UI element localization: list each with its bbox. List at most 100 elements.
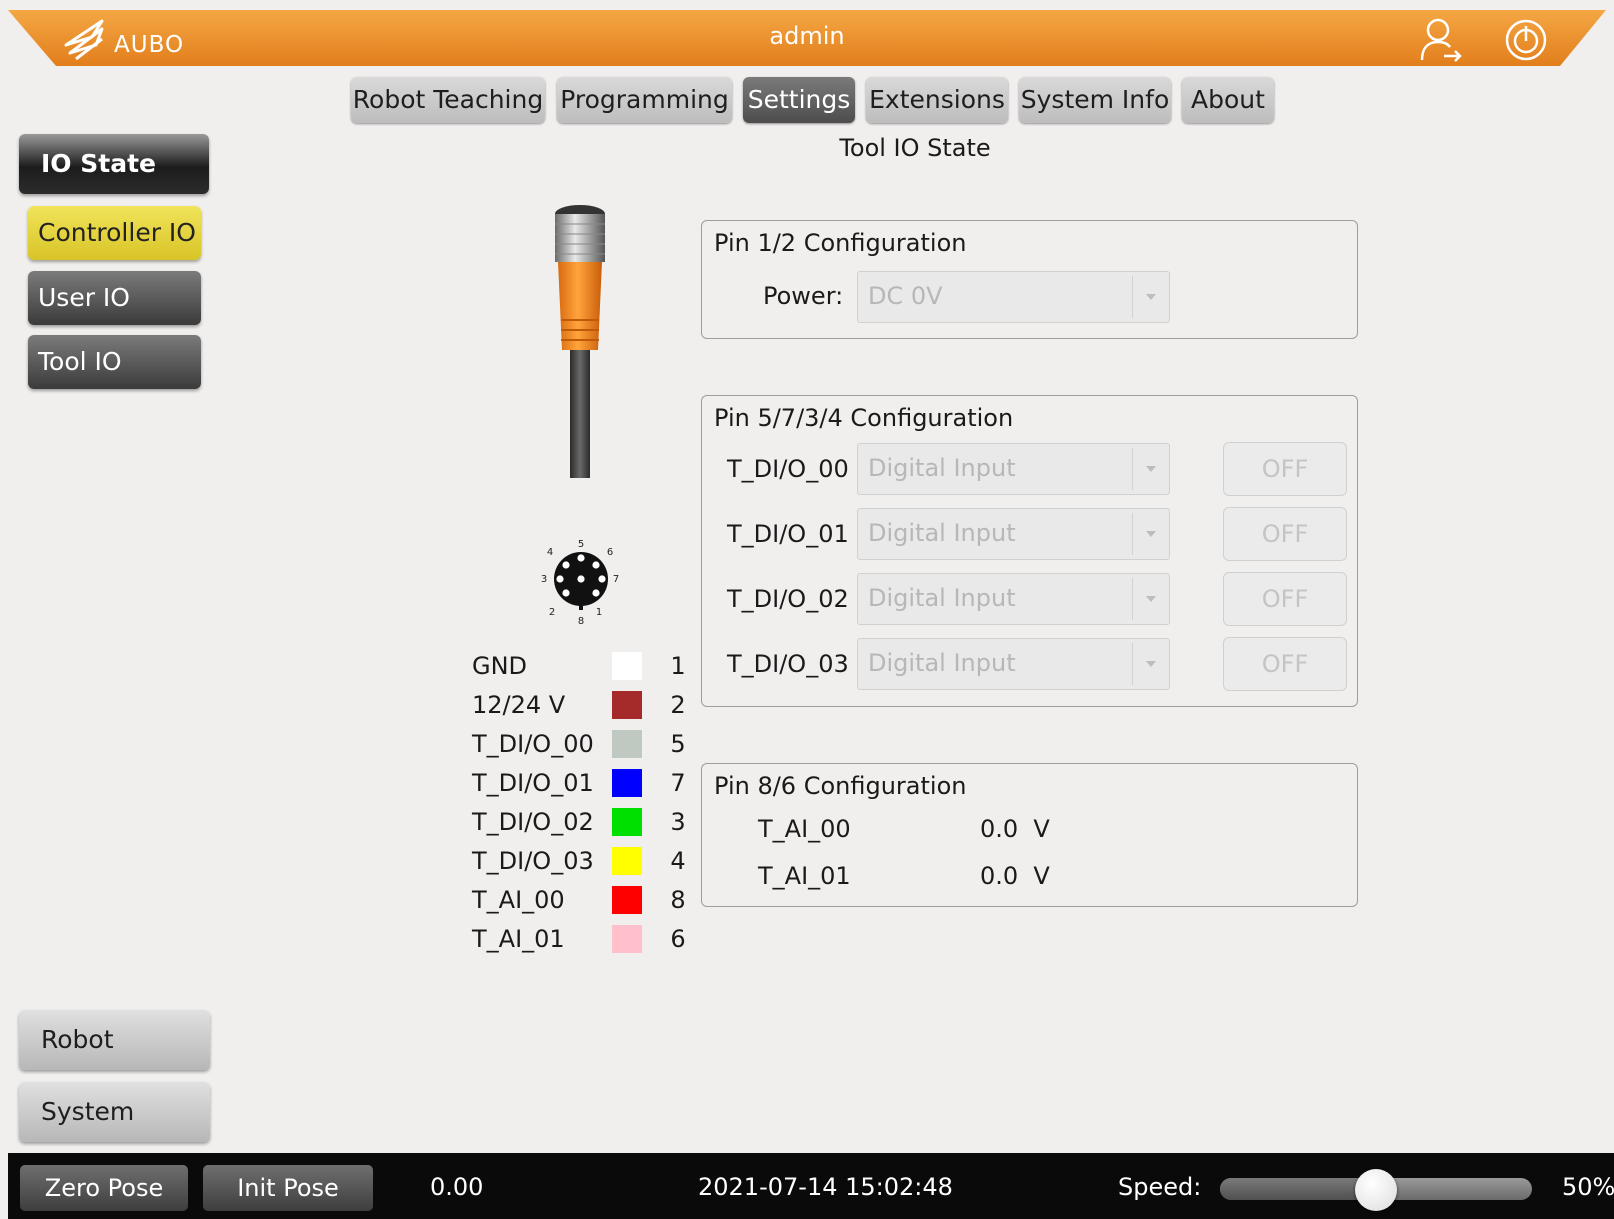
pin-color-swatch [612, 769, 642, 797]
user-io-button[interactable]: User IO [28, 271, 201, 325]
pin-color-swatch [612, 730, 642, 758]
status-value: 0.00 [430, 1173, 484, 1201]
pin-number: 3 [670, 808, 686, 836]
tdio-01-toggle-button[interactable]: OFF [1223, 507, 1347, 561]
pin-signal-label: T_DI/O_02 [472, 808, 594, 836]
speed-slider-handle[interactable] [1355, 1169, 1397, 1211]
pin-legend-row: T_DI/O_00 5 [472, 726, 692, 762]
pin-color-swatch [612, 808, 642, 836]
power-label: Power: [763, 282, 844, 310]
user-switch-icon[interactable] [1414, 14, 1466, 66]
power-select[interactable]: DC 0V [857, 271, 1170, 323]
mode-select-value: Digital Input [868, 454, 1016, 482]
tdio-02-mode-select[interactable]: Digital Input [857, 573, 1170, 625]
chevron-down-icon [1132, 448, 1169, 490]
pin-number-5: 5 [578, 539, 584, 550]
pin-8-6-configuration-group: Pin 8/6 Configuration T_AI_00 0.0 V T_AI… [701, 763, 1358, 907]
status-bar: Zero Pose Init Pose 0.00 2021-07-14 15:0… [8, 1153, 1614, 1219]
pin-number-7: 7 [613, 574, 619, 585]
pin-legend-row: T_AI_01 6 [472, 921, 692, 957]
tdio-03-toggle-button[interactable]: OFF [1223, 637, 1347, 691]
power-select-value: DC 0V [868, 282, 943, 310]
pin-number-1: 1 [596, 607, 602, 618]
tab-system-info[interactable]: System Info [1019, 77, 1171, 123]
pin-number: 5 [670, 730, 686, 758]
tdio-01-label: T_DI/O_01 [727, 520, 849, 548]
tdio-03-label: T_DI/O_03 [727, 650, 849, 678]
tdio-00-mode-select[interactable]: Digital Input [857, 443, 1170, 495]
tai-00-value: 0.0 V [980, 815, 1050, 843]
speed-label: Speed: [1118, 1173, 1202, 1201]
pin-number-3: 3 [541, 574, 547, 585]
tai-01-value: 0.0 V [980, 862, 1050, 890]
pin-legend-row: T_DI/O_02 3 [472, 804, 692, 840]
power-icon[interactable] [1500, 14, 1552, 66]
pin-color-swatch [612, 691, 642, 719]
mode-select-value: Digital Input [868, 584, 1016, 612]
pin-number: 1 [670, 652, 686, 680]
pin-signal-label: T_AI_00 [472, 886, 565, 914]
robot-button[interactable]: Robot [19, 1010, 210, 1070]
mode-select-value: Digital Input [868, 649, 1016, 677]
pin-legend-row: T_DI/O_01 7 [472, 765, 692, 801]
speed-percent: 50% [1562, 1173, 1614, 1201]
chevron-down-icon [1132, 578, 1169, 620]
pin-signal-label: T_DI/O_00 [472, 730, 594, 758]
tdio-02-toggle-button[interactable]: OFF [1223, 572, 1347, 626]
pin-color-swatch [612, 925, 642, 953]
pin-number-4: 4 [547, 547, 553, 558]
tdio-03-mode-select[interactable]: Digital Input [857, 638, 1170, 690]
chevron-down-icon [1132, 643, 1169, 685]
page-title: Tool IO State [839, 134, 991, 162]
chevron-down-icon [1132, 276, 1169, 318]
pin-number-2: 2 [549, 607, 555, 618]
pin-number: 2 [670, 691, 686, 719]
pin-number: 6 [670, 925, 686, 953]
tab-extensions[interactable]: Extensions [866, 77, 1008, 123]
tab-about[interactable]: About [1182, 77, 1274, 123]
tab-robot-teaching[interactable]: Robot Teaching [351, 77, 545, 123]
user-name: admin [769, 22, 845, 50]
init-pose-button[interactable]: Init Pose [203, 1165, 373, 1211]
system-button[interactable]: System [19, 1082, 210, 1142]
zero-pose-button[interactable]: Zero Pose [20, 1165, 188, 1211]
pin-signal-label: 12/24 V [472, 691, 566, 719]
group-title: Pin 8/6 Configuration [714, 772, 967, 800]
chevron-down-icon [1132, 513, 1169, 555]
tdio-00-label: T_DI/O_00 [727, 455, 849, 483]
mode-select-value: Digital Input [868, 519, 1016, 547]
pin-5-7-3-4-configuration-group: Pin 5/7/3/4 Configuration T_DI/O_00 Digi… [701, 395, 1358, 707]
controller-io-button[interactable]: Controller IO [28, 206, 201, 260]
pin-color-swatch [612, 847, 642, 875]
group-title: Pin 1/2 Configuration [714, 229, 967, 257]
tdio-02-label: T_DI/O_02 [727, 585, 849, 613]
pin-color-swatch [612, 652, 642, 680]
datetime: 2021-07-14 15:02:48 [698, 1173, 953, 1201]
pin-signal-label: T_DI/O_03 [472, 847, 594, 875]
pin-number: 7 [670, 769, 686, 797]
group-title: Pin 5/7/3/4 Configuration [714, 404, 1014, 432]
pin-legend-row: T_AI_00 8 [472, 882, 692, 918]
pin-signal-label: T_DI/O_01 [472, 769, 594, 797]
pin-number: 4 [670, 847, 686, 875]
tdio-01-mode-select[interactable]: Digital Input [857, 508, 1170, 560]
tab-settings[interactable]: Settings [743, 77, 855, 123]
connector-pinout-diagram: 1 2 3 4 5 6 7 8 [541, 539, 619, 626]
pin-legend-row: GND 1 [472, 648, 692, 684]
pin-color-swatch [612, 886, 642, 914]
pin-1-2-configuration-group: Pin 1/2 Configuration Power: DC 0V [701, 220, 1358, 339]
tool-cable-image [555, 205, 605, 478]
pin-number-6: 6 [607, 547, 613, 558]
tab-programming[interactable]: Programming [557, 77, 732, 123]
tai-01-label: T_AI_01 [758, 862, 851, 890]
tool-io-button[interactable]: Tool IO [28, 335, 201, 389]
speed-slider-fill [1220, 1178, 1376, 1200]
pin-number-8: 8 [578, 616, 584, 626]
tdio-00-toggle-button[interactable]: OFF [1223, 442, 1347, 496]
pin-signal-label: GND [472, 652, 528, 680]
pin-signal-label: T_AI_01 [472, 925, 565, 953]
pin-number: 8 [670, 886, 686, 914]
io-state-button[interactable]: IO State [19, 134, 209, 194]
tai-00-label: T_AI_00 [758, 815, 851, 843]
pin-legend-row: 12/24 V 2 [472, 687, 692, 723]
